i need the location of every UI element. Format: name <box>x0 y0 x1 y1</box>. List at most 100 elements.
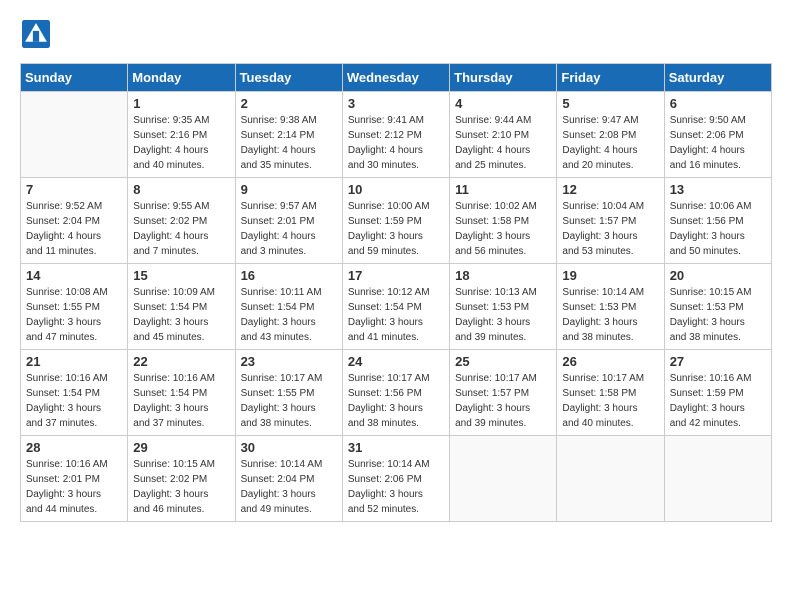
column-header-monday: Monday <box>128 64 235 92</box>
calendar-cell: 4 Sunrise: 9:44 AM Sunset: 2:10 PM Daylig… <box>450 92 557 178</box>
calendar-week-row: 7 Sunrise: 9:52 AM Sunset: 2:04 PM Daylig… <box>21 178 772 264</box>
day-number: 7 <box>26 182 122 197</box>
calendar-cell: 22 Sunrise: 10:16 AM Sunset: 1:54 PM Dayl… <box>128 350 235 436</box>
calendar-cell: 30 Sunrise: 10:14 AM Sunset: 2:04 PM Dayl… <box>235 436 342 522</box>
calendar-cell <box>557 436 664 522</box>
day-number: 19 <box>562 268 658 283</box>
day-number: 14 <box>26 268 122 283</box>
day-info: Sunrise: 9:57 AM Sunset: 2:01 PM Dayligh… <box>241 199 337 259</box>
day-info: Sunrise: 10:16 AM Sunset: 1:54 PM Daylig… <box>133 371 229 431</box>
day-number: 20 <box>670 268 766 283</box>
day-info: Sunrise: 10:17 AM Sunset: 1:58 PM Daylig… <box>562 371 658 431</box>
calendar-cell: 6 Sunrise: 9:50 AM Sunset: 2:06 PM Daylig… <box>664 92 771 178</box>
calendar-cell: 25 Sunrise: 10:17 AM Sunset: 1:57 PM Dayl… <box>450 350 557 436</box>
day-number: 26 <box>562 354 658 369</box>
column-header-thursday: Thursday <box>450 64 557 92</box>
day-info: Sunrise: 9:52 AM Sunset: 2:04 PM Dayligh… <box>26 199 122 259</box>
day-info: Sunrise: 10:14 AM Sunset: 2:04 PM Daylig… <box>241 457 337 517</box>
column-header-tuesday: Tuesday <box>235 64 342 92</box>
calendar-cell: 9 Sunrise: 9:57 AM Sunset: 2:01 PM Daylig… <box>235 178 342 264</box>
day-info: Sunrise: 9:47 AM Sunset: 2:08 PM Dayligh… <box>562 113 658 173</box>
calendar-cell: 20 Sunrise: 10:15 AM Sunset: 1:53 PM Dayl… <box>664 264 771 350</box>
day-number: 11 <box>455 182 551 197</box>
day-number: 27 <box>670 354 766 369</box>
day-info: Sunrise: 10:17 AM Sunset: 1:55 PM Daylig… <box>241 371 337 431</box>
day-number: 13 <box>670 182 766 197</box>
day-number: 31 <box>348 440 444 455</box>
day-number: 12 <box>562 182 658 197</box>
day-number: 25 <box>455 354 551 369</box>
calendar-cell: 27 Sunrise: 10:16 AM Sunset: 1:59 PM Dayl… <box>664 350 771 436</box>
day-info: Sunrise: 10:13 AM Sunset: 1:53 PM Daylig… <box>455 285 551 345</box>
day-number: 21 <box>26 354 122 369</box>
calendar-cell: 26 Sunrise: 10:17 AM Sunset: 1:58 PM Dayl… <box>557 350 664 436</box>
calendar-cell: 21Sunrise: 10:16 AM Sunset: 1:54 PM Dayl… <box>21 350 128 436</box>
day-number: 4 <box>455 96 551 111</box>
day-number: 16 <box>241 268 337 283</box>
calendar-cell: 3Sunrise: 9:41 AM Sunset: 2:12 PM Daylig… <box>342 92 449 178</box>
day-number: 18 <box>455 268 551 283</box>
column-header-wednesday: Wednesday <box>342 64 449 92</box>
day-info: Sunrise: 10:02 AM Sunset: 1:58 PM Daylig… <box>455 199 551 259</box>
day-number: 15 <box>133 268 229 283</box>
day-info: Sunrise: 10:12 AM Sunset: 1:54 PM Daylig… <box>348 285 444 345</box>
day-info: Sunrise: 10:09 AM Sunset: 1:54 PM Daylig… <box>133 285 229 345</box>
calendar-cell: 14 Sunrise: 10:08 AM Sunset: 1:55 PM Dayl… <box>21 264 128 350</box>
day-info: Sunrise: 10:16 AM Sunset: 1:59 PM Daylig… <box>670 371 766 431</box>
calendar-cell: 19Sunrise: 10:14 AM Sunset: 1:53 PM Dayl… <box>557 264 664 350</box>
day-info: Sunrise: 10:04 AM Sunset: 1:57 PM Daylig… <box>562 199 658 259</box>
calendar-cell <box>21 92 128 178</box>
calendar-cell: 2 Sunrise: 9:38 AM Sunset: 2:14 PM Daylig… <box>235 92 342 178</box>
day-info: Sunrise: 10:17 AM Sunset: 1:57 PM Daylig… <box>455 371 551 431</box>
calendar-cell: 24 Sunrise: 10:17 AM Sunset: 1:56 PM Dayl… <box>342 350 449 436</box>
day-info: Sunrise: 10:14 AM Sunset: 2:06 PM Daylig… <box>348 457 444 517</box>
day-number: 24 <box>348 354 444 369</box>
day-info: Sunrise: 9:50 AM Sunset: 2:06 PM Dayligh… <box>670 113 766 173</box>
calendar-cell <box>664 436 771 522</box>
day-number: 28 <box>26 440 122 455</box>
calendar-cell: 16 Sunrise: 10:11 AM Sunset: 1:54 PM Dayl… <box>235 264 342 350</box>
calendar-week-row: 28 Sunrise: 10:16 AM Sunset: 2:01 PM Dayl… <box>21 436 772 522</box>
calendar-cell: 11 Sunrise: 10:02 AM Sunset: 1:58 PM Dayl… <box>450 178 557 264</box>
calendar-cell: 5 Sunrise: 9:47 AM Sunset: 2:08 PM Daylig… <box>557 92 664 178</box>
day-number: 9 <box>241 182 337 197</box>
day-number: 17 <box>348 268 444 283</box>
day-number: 23 <box>241 354 337 369</box>
calendar-table: SundayMondayTuesdayWednesdayThursdayFrid… <box>20 63 772 522</box>
column-header-friday: Friday <box>557 64 664 92</box>
day-info: Sunrise: 9:35 AM Sunset: 2:16 PM Dayligh… <box>133 113 229 173</box>
day-info: Sunrise: 9:55 AM Sunset: 2:02 PM Dayligh… <box>133 199 229 259</box>
column-header-saturday: Saturday <box>664 64 771 92</box>
day-info: Sunrise: 9:41 AM Sunset: 2:12 PM Dayligh… <box>348 113 444 173</box>
day-number: 6 <box>670 96 766 111</box>
calendar-cell: 15 Sunrise: 10:09 AM Sunset: 1:54 PM Dayl… <box>128 264 235 350</box>
day-number: 30 <box>241 440 337 455</box>
day-number: 22 <box>133 354 229 369</box>
calendar-cell: 12 Sunrise: 10:04 AM Sunset: 1:57 PM Dayl… <box>557 178 664 264</box>
calendar-cell: 7 Sunrise: 9:52 AM Sunset: 2:04 PM Daylig… <box>21 178 128 264</box>
calendar-cell: 1 Sunrise: 9:35 AM Sunset: 2:16 PM Daylig… <box>128 92 235 178</box>
day-info: Sunrise: 9:44 AM Sunset: 2:10 PM Dayligh… <box>455 113 551 173</box>
day-number: 8 <box>133 182 229 197</box>
calendar-week-row: 1 Sunrise: 9:35 AM Sunset: 2:16 PM Daylig… <box>21 92 772 178</box>
calendar-cell: 17 Sunrise: 10:12 AM Sunset: 1:54 PM Dayl… <box>342 264 449 350</box>
day-info: Sunrise: 10:11 AM Sunset: 1:54 PM Daylig… <box>241 285 337 345</box>
day-info: Sunrise: 10:17 AM Sunset: 1:56 PM Daylig… <box>348 371 444 431</box>
day-info: Sunrise: 10:15 AM Sunset: 1:53 PM Daylig… <box>670 285 766 345</box>
day-info: Sunrise: 10:06 AM Sunset: 1:56 PM Daylig… <box>670 199 766 259</box>
calendar-cell: 13 Sunrise: 10:06 AM Sunset: 1:56 PM Dayl… <box>664 178 771 264</box>
calendar-cell: 10Sunrise: 10:00 AM Sunset: 1:59 PM Dayl… <box>342 178 449 264</box>
day-number: 5 <box>562 96 658 111</box>
logo-icon <box>22 20 50 48</box>
day-info: Sunrise: 10:08 AM Sunset: 1:55 PM Daylig… <box>26 285 122 345</box>
calendar-cell: 31 Sunrise: 10:14 AM Sunset: 2:06 PM Dayl… <box>342 436 449 522</box>
day-info: Sunrise: 10:16 AM Sunset: 2:01 PM Daylig… <box>26 457 122 517</box>
day-info: Sunrise: 9:38 AM Sunset: 2:14 PM Dayligh… <box>241 113 337 173</box>
column-header-sunday: Sunday <box>21 64 128 92</box>
logo <box>20 20 50 53</box>
day-number: 2 <box>241 96 337 111</box>
page-header <box>20 20 772 53</box>
calendar-cell <box>450 436 557 522</box>
calendar-week-row: 21 Sunrise: 10:16 AM Sunset: 1:54 PM Dayl… <box>21 350 772 436</box>
day-number: 1 <box>133 96 229 111</box>
